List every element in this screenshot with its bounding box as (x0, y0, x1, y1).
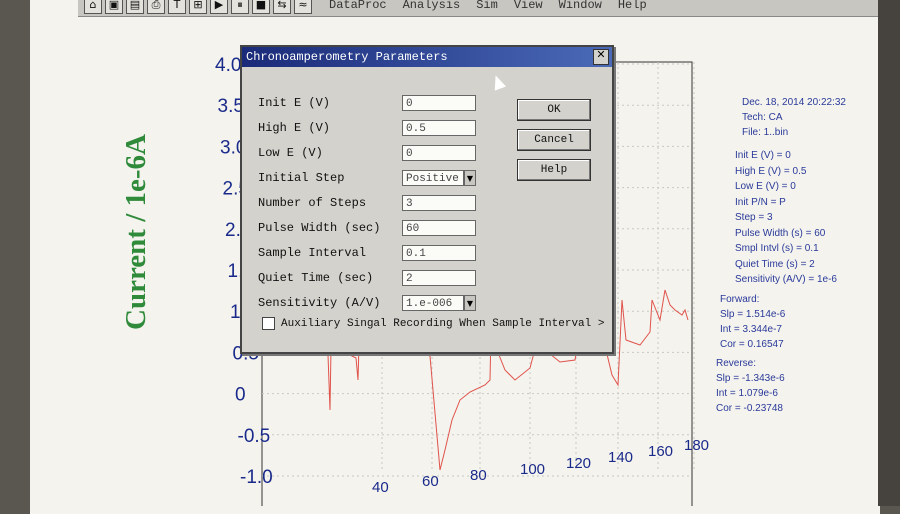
initial-step-select[interactable]: Positive ▼ (402, 170, 476, 186)
x-tick-label: 180 (684, 437, 709, 454)
field-init-e: Init E (V) 0 (258, 95, 476, 111)
pulse-width-input[interactable]: 60 (402, 220, 476, 236)
field-label: High E (V) (258, 121, 331, 135)
x-tick-label: 140 (608, 449, 633, 466)
quiet-time-input[interactable]: 2 (402, 270, 476, 286)
y-tick-label: 4.0 (215, 55, 241, 76)
info-param: High E (V) = 0.5 (735, 165, 807, 177)
field-quiet-time: Quiet Time (sec) 2 (258, 270, 476, 286)
reverse-heading: Reverse: (716, 358, 757, 369)
x-tick-label: 120 (566, 455, 591, 472)
field-label: Pulse Width (sec) (258, 221, 381, 235)
dialog-title: Chronoamperometry Parameters (246, 50, 448, 64)
close-icon[interactable]: ✕ (593, 49, 609, 65)
chronoamperometry-dialog: Chronoamperometry Parameters ✕ Init E (V… (240, 45, 614, 354)
field-sample-interval: Sample Interval 0.1 (258, 245, 476, 261)
initial-step-value[interactable]: Positive (402, 170, 464, 186)
dialog-title-bar: Chronoamperometry Parameters ✕ (242, 47, 612, 67)
info-param: Init P/N = P (735, 196, 786, 208)
forward-intercept: Int = 3.344e-7 (720, 324, 782, 335)
number-of-steps-input[interactable]: 3 (402, 195, 476, 211)
x-tick-label: 100 (520, 461, 545, 478)
field-label: Initial Step (258, 171, 345, 185)
monitor-bezel (878, 0, 900, 506)
field-initial-step: Initial Step Positive ▼ (258, 170, 476, 186)
aux-recording-option[interactable]: Auxiliary Singal Recording When Sample I… (262, 317, 604, 330)
aux-checkbox[interactable] (262, 317, 275, 330)
field-number-of-steps: Number of Steps 3 (258, 195, 476, 211)
reverse-correlation: Cor = -0.23748 (716, 403, 783, 414)
field-high-e: High E (V) 0.5 (258, 120, 476, 136)
forward-correlation: Cor = 0.16547 (720, 339, 784, 350)
field-pulse-width: Pulse Width (sec) 60 (258, 220, 476, 236)
field-low-e: Low E (V) 0 (258, 145, 476, 161)
field-label: Sample Interval (258, 246, 367, 260)
info-param: Low E (V) = 0 (735, 181, 796, 192)
field-label: Number of Steps (258, 196, 367, 210)
forward-heading: Forward: (720, 294, 760, 305)
sensitivity-value[interactable]: 1.e-006 (402, 295, 464, 311)
info-forward: Forward: Slp = 1.514e-6 Int = 3.344e-7 C… (720, 292, 785, 352)
info-params: Init E (V) = 0 High E (V) = 0.5 Low E (V… (735, 148, 837, 288)
info-tech: Tech: CA (742, 112, 783, 123)
y-axis-title: Current / 1e-6A (120, 134, 152, 330)
info-date: Dec. 18, 2014 20:22:32 (742, 97, 846, 108)
low-e-input[interactable]: 0 (402, 145, 476, 161)
y-tick-label: 0 (235, 385, 246, 406)
chevron-down-icon[interactable]: ▼ (464, 170, 476, 186)
info-file: File: 1..bin (742, 127, 789, 138)
field-label: Quiet Time (sec) (258, 271, 374, 285)
help-button[interactable]: Help (517, 159, 591, 181)
info-header: Dec. 18, 2014 20:22:32 Tech: CA File: 1.… (742, 95, 846, 140)
y-tick-label: -1.0 (240, 467, 273, 488)
x-tick-label: 160 (648, 443, 673, 460)
field-sensitivity: Sensitivity (A/V) 1.e-006 ▼ (258, 295, 476, 311)
reverse-intercept: Int = 1.079e-6 (716, 388, 778, 399)
x-tick-label: 60 (422, 473, 439, 490)
forward-slope: Slp = 1.514e-6 (720, 309, 786, 320)
field-label: Low E (V) (258, 146, 323, 160)
x-tick-label: 40 (372, 479, 389, 496)
x-ticks: 40 60 80 100 120 140 160 180 (372, 437, 709, 496)
ok-button[interactable]: OK (517, 99, 591, 121)
info-reverse: Reverse: Slp = -1.343e-6 Int = 1.079e-6 … (716, 356, 785, 416)
info-param: Smpl Intvl (s) = 0.1 (735, 243, 819, 254)
init-e-input[interactable]: 0 (402, 95, 476, 111)
sample-interval-input[interactable]: 0.1 (402, 245, 476, 261)
info-param: Pulse Width (s) = 60 (735, 227, 826, 239)
info-param: Init E (V) = 0 (735, 150, 791, 161)
info-param: Sensitivity (A/V) = 1e-6 (735, 274, 837, 285)
reverse-slope: Slp = -1.343e-6 (716, 373, 785, 384)
field-label: Sensitivity (A/V) (258, 296, 381, 310)
aux-label: Auxiliary Singal Recording When Sample I… (281, 317, 605, 330)
cancel-button[interactable]: Cancel (517, 129, 591, 151)
y-tick-label: -0.5 (238, 426, 271, 447)
field-label: Init E (V) (258, 96, 331, 110)
sensitivity-select[interactable]: 1.e-006 ▼ (402, 295, 476, 311)
chevron-down-icon[interactable]: ▼ (464, 295, 476, 311)
info-param: Step = 3 (735, 212, 773, 223)
info-param: Quiet Time (s) = 2 (735, 258, 815, 270)
high-e-input[interactable]: 0.5 (402, 120, 476, 136)
x-tick-label: 80 (470, 467, 487, 484)
